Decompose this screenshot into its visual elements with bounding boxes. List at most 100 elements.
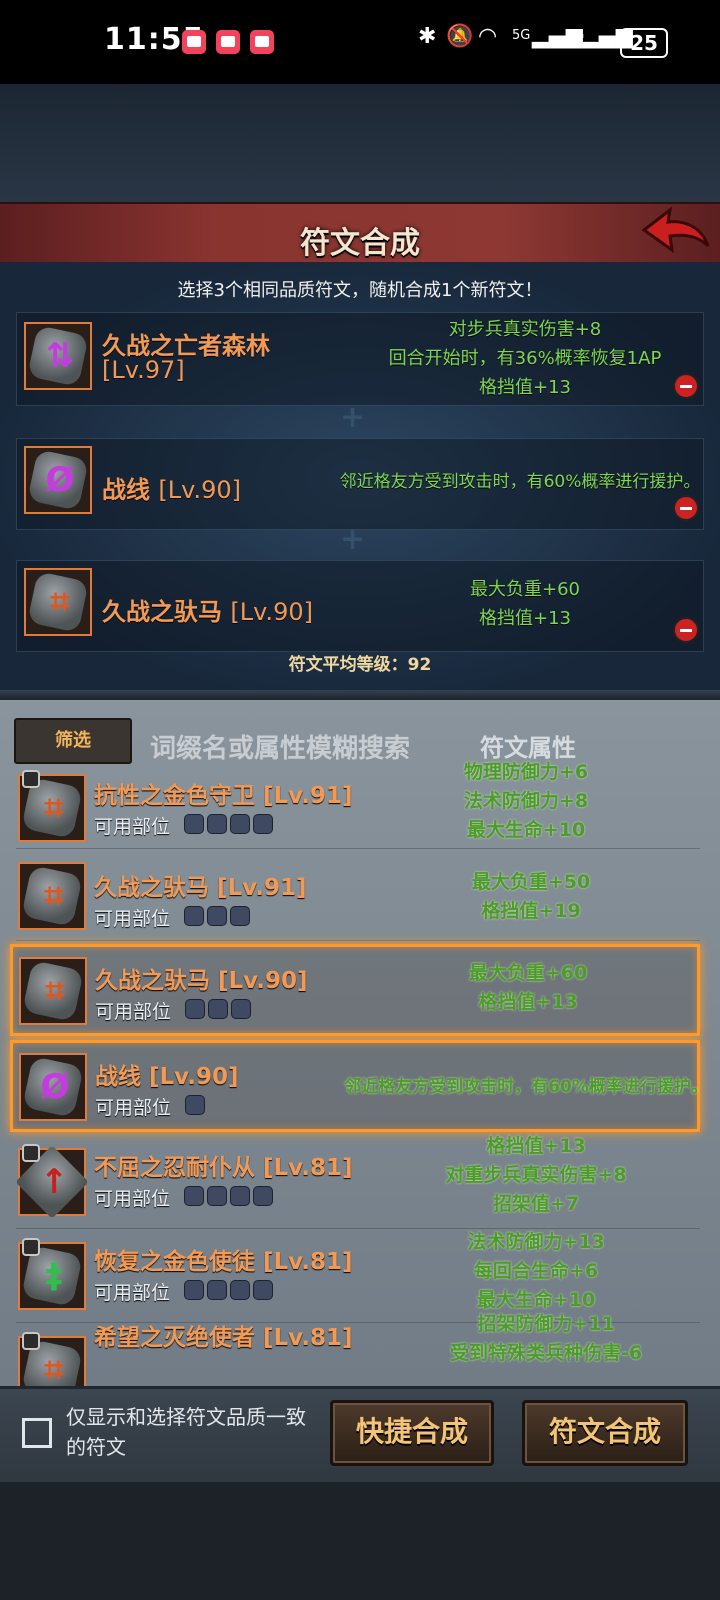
slot-label: 可用部位 bbox=[95, 1001, 172, 1023]
selected-rune-icon: Ø bbox=[24, 446, 92, 514]
slot-icon bbox=[207, 906, 227, 926]
lock-icon bbox=[22, 1144, 40, 1162]
background-top bbox=[0, 84, 720, 204]
filter-button[interactable]: 筛选 bbox=[14, 718, 132, 764]
slot-icons bbox=[185, 999, 254, 1019]
slot-icon bbox=[184, 906, 204, 926]
slot-label: 可用部位 bbox=[94, 908, 171, 930]
rune-name: 战线 [Lv.90] bbox=[95, 1057, 239, 1091]
slot-icon bbox=[230, 906, 250, 926]
selected-rune-attrs: 最大负重+60 格挡值+13 bbox=[430, 575, 620, 633]
rune-level-text: [Lv.90] bbox=[230, 598, 313, 626]
list-item[interactable]: ⌗ 希望之灭绝使者 [Lv.81] 招架防御力+11 受到特殊类兵种伤害-6 bbox=[16, 1313, 700, 1404]
orange-cross-icon: ⌗ bbox=[50, 582, 70, 622]
rune-name-text: 久战之驮马 bbox=[102, 598, 222, 626]
slot-label: 可用部位 bbox=[94, 1282, 171, 1304]
rune-name: 久战之驮马 [Lv.91] bbox=[94, 868, 307, 902]
list-item[interactable]: ↑ 不屈之忍耐仆从 [Lv.81] 可用部位 格挡值+13 对重步兵真实伤害+8… bbox=[15, 1135, 700, 1229]
slot-label: 可用部位 bbox=[94, 816, 171, 838]
remove-button[interactable] bbox=[673, 617, 699, 643]
rune-level-text: [Lv.81] bbox=[263, 1155, 353, 1181]
search-input[interactable]: 词缀名或属性模糊搜索 bbox=[150, 728, 410, 765]
list-item[interactable]: ⌗ 久战之驮马 [Lv.91] 可用部位 最大负重+50 格挡值+19 bbox=[16, 848, 700, 941]
selected-rune-attrs: 对步兵真实伤害+8 回合开始时，有36%概率恢复1AP 格挡值+13 bbox=[340, 315, 710, 402]
rune-attrs: 邻近格友方受到攻击时，有60%概率进行援护。 bbox=[341, 1073, 711, 1102]
rune-attrs: 招架防御力+11 受到特殊类兵种伤害-6 bbox=[426, 1310, 666, 1370]
rune-attrs: 最大负重+60 格挡值+13 bbox=[433, 959, 623, 1017]
slot-icon bbox=[207, 814, 227, 834]
selected-rune-name: 久战之驮马 [Lv.90] bbox=[102, 592, 313, 627]
remove-button[interactable] bbox=[673, 373, 699, 399]
slot-icon bbox=[253, 814, 273, 834]
selected-rune-attrs: 邻近格友方受到攻击时，有60%概率进行援护。 bbox=[324, 468, 716, 497]
rune-attrs: 最大负重+50 格挡值+19 bbox=[436, 868, 626, 926]
quality-filter-checkbox[interactable] bbox=[22, 1418, 52, 1448]
bluetooth-icon: ✱ bbox=[418, 24, 437, 49]
reader-app-icon bbox=[216, 30, 240, 54]
selected-rune-level: [Lv.97] bbox=[102, 356, 185, 384]
rune-attrs: 格挡值+13 对重步兵真实伤害+8 招架值+7 bbox=[416, 1132, 656, 1219]
purple-swirl-icon: Ø bbox=[40, 1067, 70, 1107]
lock-icon bbox=[22, 1332, 40, 1350]
rune-name-text: 久战之驮马 bbox=[95, 968, 210, 994]
attr-line: 格挡值+13 bbox=[479, 377, 571, 398]
attr-line: 法术防御力+8 bbox=[463, 790, 589, 812]
purple-swirl-icon: Ø bbox=[45, 460, 75, 500]
attr-line: 招架值+7 bbox=[492, 1193, 580, 1215]
attr-line: 格挡值+13 bbox=[478, 991, 578, 1013]
rune-name: 希望之灭绝使者 [Lv.81] bbox=[94, 1318, 353, 1352]
status-bar: 11:55 ✱ 🔕 ◠ 5G ▂▄▆ 4G ▂▄▆ 25 bbox=[0, 0, 720, 84]
slot-icon bbox=[253, 1280, 273, 1300]
attr-line: 每回合生命+6 bbox=[473, 1260, 599, 1282]
slot-icon bbox=[230, 1280, 250, 1300]
rune-level-text: [Lv.81] bbox=[263, 1249, 353, 1275]
list-item-selected[interactable]: ⌗ 久战之驮马 [Lv.90] 可用部位 最大负重+60 格挡值+13 bbox=[10, 944, 700, 1036]
selected-rune-icon: ⇅ bbox=[24, 322, 92, 390]
page-title: 符文合成 bbox=[300, 226, 420, 261]
attr-line: 对步兵真实伤害+8 bbox=[448, 319, 602, 340]
attr-line: 受到特殊类兵种伤害-6 bbox=[449, 1342, 643, 1364]
rune-name-text: 希望之灭绝使者 bbox=[94, 1325, 255, 1351]
mute-bell-icon: 🔕 bbox=[446, 24, 474, 49]
rune-attrs: 法术防御力+13 每回合生命+6 最大生命+10 bbox=[436, 1228, 636, 1315]
rune-name: 恢复之金色使徒 [Lv.81] bbox=[94, 1242, 353, 1276]
slot-icon bbox=[184, 1186, 204, 1206]
lock-icon bbox=[22, 1238, 40, 1256]
slot-label: 可用部位 bbox=[94, 1188, 171, 1210]
attr-line: 格挡值+19 bbox=[481, 900, 581, 922]
reader-app-icon bbox=[182, 30, 206, 54]
slot-icon bbox=[253, 1186, 273, 1206]
rune-icon: ⌗ bbox=[18, 862, 86, 930]
list-item[interactable]: ⌗ 抗性之金色守卫 [Lv.91] 可用部位 物理防御力+6 法术防御力+8 最… bbox=[16, 761, 700, 849]
reader-app-icon bbox=[250, 30, 274, 54]
divider bbox=[0, 690, 720, 700]
quick-compose-button[interactable]: 快捷合成 bbox=[330, 1400, 494, 1466]
slot-icons bbox=[184, 1280, 276, 1300]
orange-cross-icon: ⌗ bbox=[44, 876, 64, 916]
rune-name-text: 战线 bbox=[102, 476, 150, 504]
battery-indicator: 25 bbox=[620, 28, 668, 58]
slot-icon bbox=[185, 999, 205, 1019]
remove-button[interactable] bbox=[673, 495, 699, 521]
attr-line: 邻近格友方受到攻击时，有60%概率进行援护。 bbox=[344, 1077, 708, 1097]
slot-icon bbox=[184, 1280, 204, 1300]
rune-level-text: [Lv.91] bbox=[217, 875, 307, 901]
compose-button[interactable]: 符文合成 bbox=[522, 1400, 688, 1466]
list-item-selected[interactable]: Ø 战线 [Lv.90] 可用部位 邻近格友方受到攻击时，有60%概率进行援护。 bbox=[10, 1040, 708, 1132]
attr-line: 最大负重+60 bbox=[470, 579, 580, 600]
attr-line: 格挡值+13 bbox=[479, 608, 571, 629]
slot-icons bbox=[185, 1095, 208, 1115]
attr-line: 最大生命+10 bbox=[466, 819, 586, 841]
rune-attrs: 物理防御力+6 法术防御力+8 最大生命+10 bbox=[436, 758, 616, 845]
attr-line: 最大负重+50 bbox=[471, 871, 591, 893]
slot-icon bbox=[230, 1186, 250, 1206]
rune-name-text: 久战之驮马 bbox=[94, 875, 209, 901]
back-arrow-icon[interactable] bbox=[642, 206, 712, 258]
checkbox-label: 仅显示和选择符文品质一致的符文 bbox=[66, 1405, 306, 1459]
slot-icon bbox=[207, 1280, 227, 1300]
selected-rune-icon: ⌗ bbox=[24, 568, 92, 636]
slot-icon bbox=[231, 999, 251, 1019]
background-bottom bbox=[0, 1482, 720, 1600]
attr-line: 回合开始时，有36%概率恢复1AP bbox=[388, 348, 662, 369]
plus-icon: + bbox=[340, 522, 366, 557]
